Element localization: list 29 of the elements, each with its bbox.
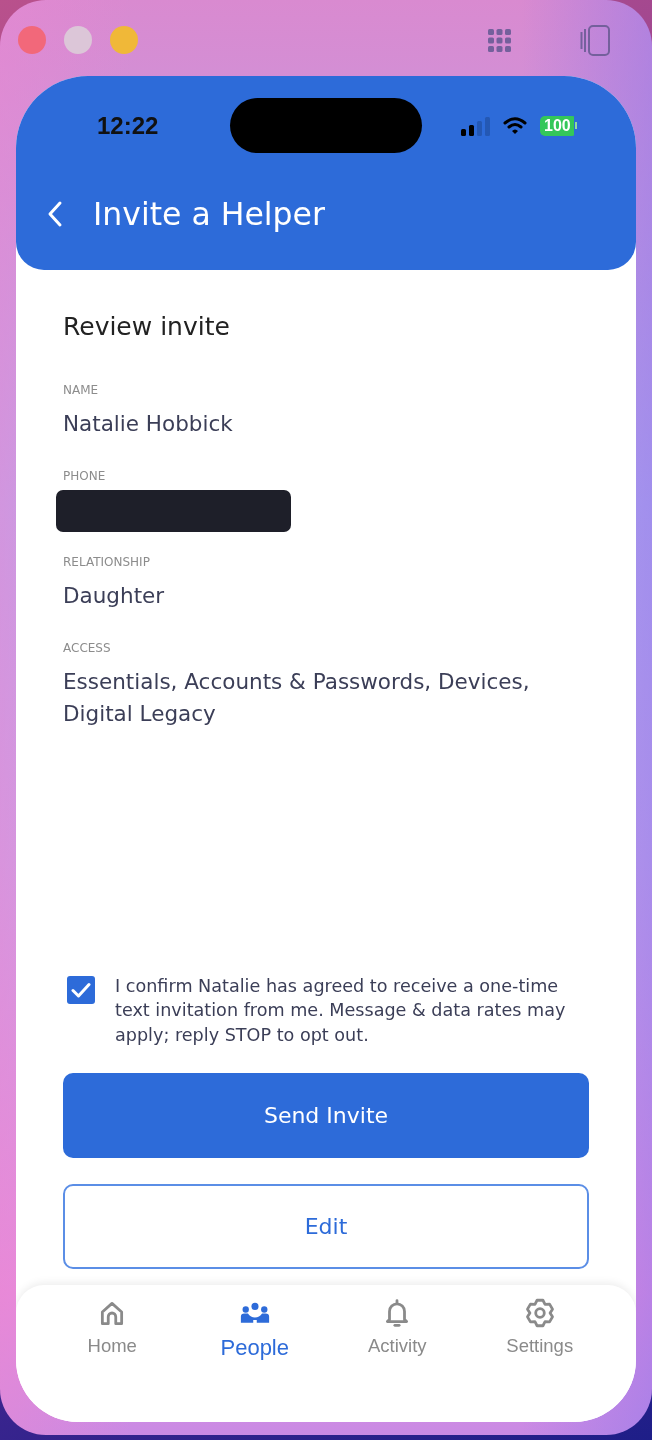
tab-item[interactable]: People: [220, 1298, 289, 1360]
tab-item[interactable]: Settings: [506, 1298, 574, 1358]
close-icon[interactable]: [18, 26, 46, 54]
status-time: 12:22: [97, 110, 160, 141]
wifi-icon: [503, 116, 527, 135]
signal-icon: [461, 115, 490, 136]
consent-text: I confirm Natalie has agreed to receive a one-time text invitation from me. Message & data rates may apply; reply STOP to opt out.: [115, 974, 567, 1047]
check-icon: [71, 981, 91, 998]
zoom-icon[interactable]: [110, 26, 138, 54]
minimize-icon[interactable]: [64, 26, 92, 54]
screen-title: Invite a Helper: [93, 195, 325, 234]
field-value: Natalie Hobbick: [63, 410, 234, 438]
section-title: Review invite: [63, 311, 231, 343]
field-label: ACCESS: [63, 640, 112, 656]
grid-icon[interactable]: [488, 28, 511, 52]
consent-checkbox[interactable]: [67, 975, 95, 1004]
battery-badge: 100: [540, 115, 577, 136]
sidebar-icon[interactable]: [580, 24, 610, 56]
edit-button[interactable]: Edit: [63, 1184, 589, 1269]
field-value: Essentials, Accounts & Passwords, Devices, Digital Legacy: [63, 668, 531, 728]
field-label: PHONE: [63, 468, 107, 484]
field-label: RELATIONSHIP: [63, 554, 151, 570]
field-value: Daughter: [63, 582, 166, 610]
tab-item[interactable]: Home: [87, 1298, 137, 1358]
gear-icon: [524, 1298, 555, 1328]
tab-item[interactable]: Activity: [367, 1298, 427, 1358]
field-label: NAME: [63, 382, 100, 398]
send-invite-button[interactable]: Send Invite: [63, 1073, 589, 1158]
back-chevron-icon[interactable]: [47, 200, 63, 228]
